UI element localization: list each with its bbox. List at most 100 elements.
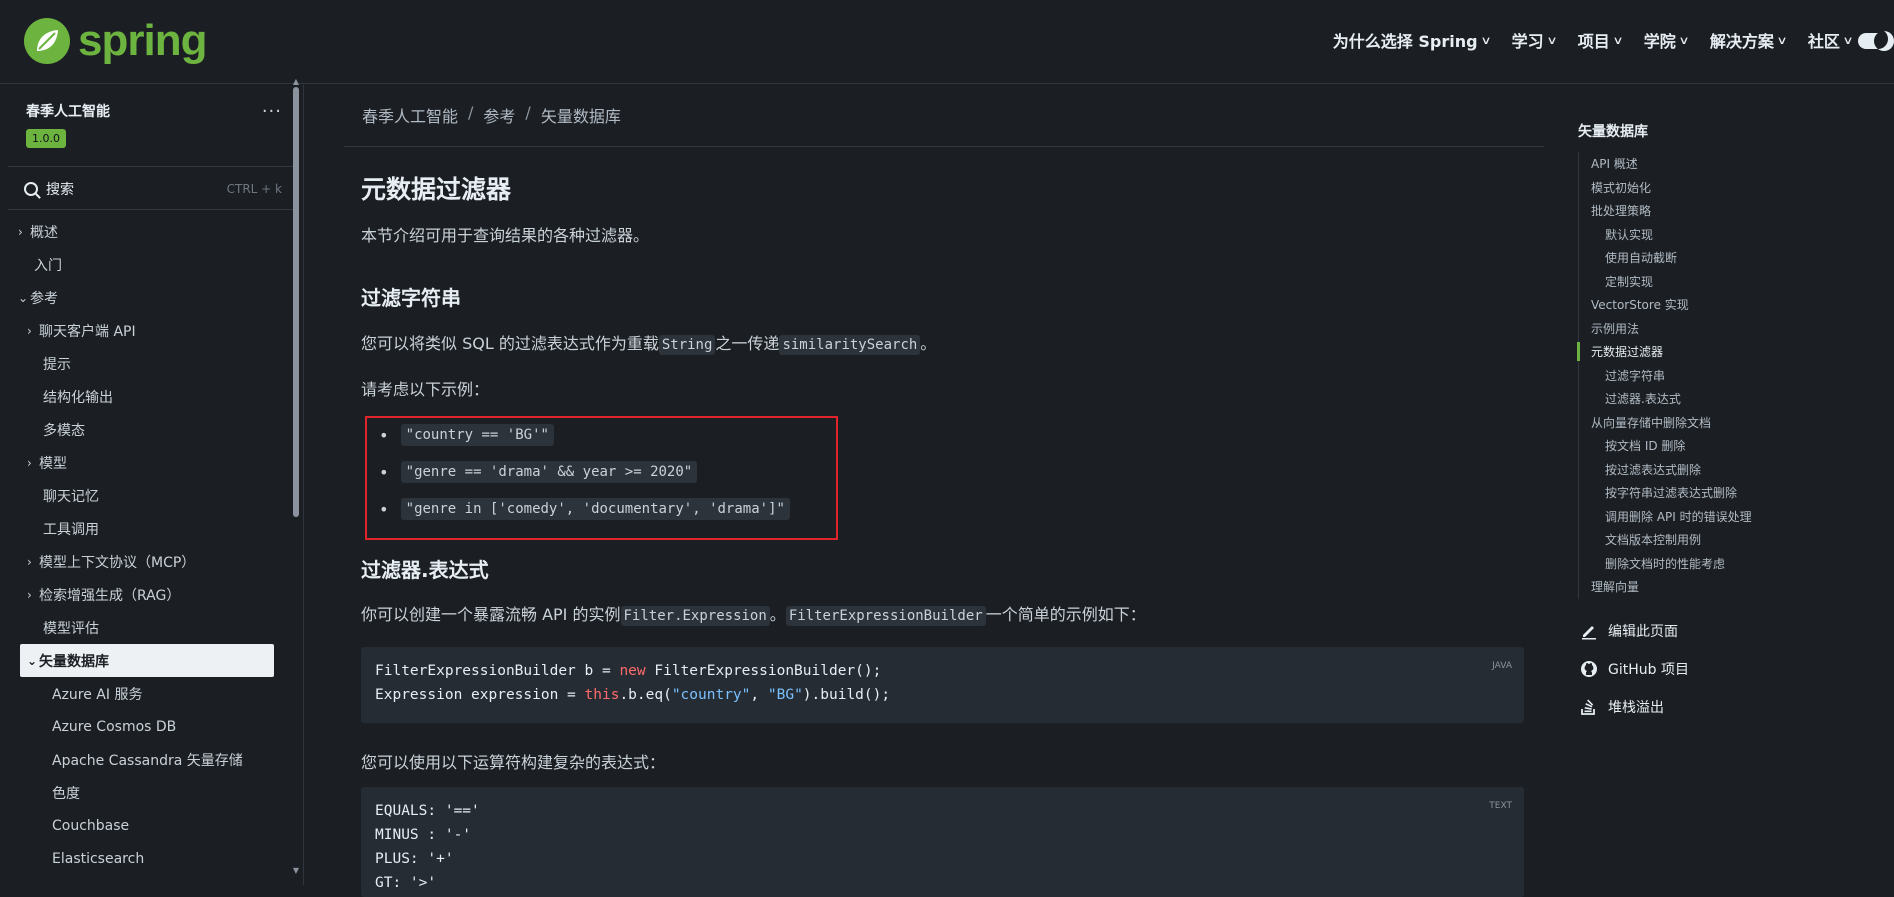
toc-item[interactable]: 使用自动截断 xyxy=(1579,246,1808,270)
toc-list: API 概述 模式初始化 批处理策略 默认实现 使用自动截断 定制实现 Vect… xyxy=(1577,152,1808,599)
github-project-link[interactable]: GitHub 项目 xyxy=(1580,650,1689,688)
sidebar-item-rag[interactable]: › 检索增强生成（RAG） xyxy=(8,578,296,611)
sidebar-item-chat-client-api[interactable]: › 聊天客户端 API xyxy=(8,314,296,347)
link-label: GitHub 项目 xyxy=(1608,662,1689,678)
sidebar-item-label: 检索增强生成（RAG） xyxy=(39,587,181,604)
breadcrumb-item[interactable]: 春季人工智能 xyxy=(362,103,458,127)
inline-code: "country == 'BG'" xyxy=(400,424,554,446)
sidebar-item-mcp[interactable]: › 模型上下文协议（MCP） xyxy=(8,545,296,578)
code-block-java[interactable]: JAVA FilterExpressionBuilder b = new Fil… xyxy=(361,647,1524,723)
sidebar-item-couchbase[interactable]: Couchbase xyxy=(8,809,296,842)
toc-item[interactable]: 示例用法 xyxy=(1579,317,1808,341)
sidebar-item-azure-cosmos[interactable]: Azure Cosmos DB xyxy=(8,710,296,743)
toc-item[interactable]: 调用删除 API 时的错误处理 xyxy=(1579,505,1808,529)
sidebar-item-overview[interactable]: › 概述 xyxy=(8,215,296,248)
stackoverflow-link[interactable]: 堆栈溢出 xyxy=(1580,688,1689,726)
text-run: 之一传递 xyxy=(715,334,780,353)
more-options-icon[interactable]: ··· xyxy=(262,101,282,122)
sidebar-item-prompts[interactable]: 提示 xyxy=(8,347,296,380)
scroll-up-arrow-icon[interactable]: ▲ xyxy=(293,77,299,86)
spring-leaf-icon xyxy=(24,18,70,64)
sidebar-nav-tree: › 概述 入门 ⌄ 参考 › 聊天客户端 API 提示 结构化输出 多模态 › 模型 聊… xyxy=(8,215,296,875)
edit-icon xyxy=(1580,622,1598,640)
sidebar-item-elasticsearch[interactable]: Elasticsearch xyxy=(8,842,296,875)
code-line: MINUS : '-' xyxy=(375,827,472,843)
toc-item[interactable]: 按文档 ID 删除 xyxy=(1579,434,1808,458)
search-shortcut: CTRL + k xyxy=(226,182,282,196)
toc-item[interactable]: 按字符串过滤表达式删除 xyxy=(1579,481,1808,505)
toc-item[interactable]: 默认实现 xyxy=(1579,223,1808,247)
code-language-label: JAVA xyxy=(1492,661,1512,671)
toc-links: 编辑此页面 GitHub 项目 堆栈溢出 xyxy=(1580,612,1689,726)
nav-community[interactable]: 社区 ∨ xyxy=(1808,28,1854,52)
theme-toggle[interactable] xyxy=(1858,31,1894,51)
sidebar-item-vector-databases[interactable]: ⌄ 矢量数据库 xyxy=(20,644,274,677)
chevron-right-icon: › xyxy=(18,224,23,239)
sidebar-title[interactable]: 春季人工智能 xyxy=(26,101,282,121)
sidebar-item-label: 概述 xyxy=(30,224,58,241)
chevron-down-icon: ∨ xyxy=(1546,33,1558,47)
sidebar-item-models[interactable]: › 模型 xyxy=(8,446,296,479)
sidebar-item-cassandra[interactable]: Apache Cassandra 矢量存储 xyxy=(8,743,296,776)
nav-learn[interactable]: 学习 ∨ xyxy=(1512,28,1558,52)
sidebar-item-chat-memory[interactable]: 聊天记忆 xyxy=(8,479,296,512)
code-line: EQUALS: '==' xyxy=(375,803,480,819)
code-block-text[interactable]: TEXT EQUALS: '==' MINUS : '-' PLUS: '+' … xyxy=(361,787,1524,897)
breadcrumb-item[interactable]: 矢量数据库 xyxy=(541,103,621,127)
nav-why-spring[interactable]: 为什么选择 Spring ∨ xyxy=(1333,28,1492,52)
nav-label: 项目 xyxy=(1577,32,1610,51)
code-line: GT: '>' xyxy=(375,875,437,891)
toc-item[interactable]: 文档版本控制用例 xyxy=(1579,528,1808,552)
toc-item[interactable]: 删除文档时的性能考虑 xyxy=(1579,552,1808,576)
list-item: "genre == 'drama' && year >= 2020" xyxy=(379,461,698,483)
toc-item[interactable]: 按过滤表达式删除 xyxy=(1579,458,1808,482)
chevron-down-icon: ∨ xyxy=(1479,33,1492,47)
toc-item[interactable]: 过滤字符串 xyxy=(1579,364,1808,388)
sidebar-item-structured-output[interactable]: 结构化输出 xyxy=(8,380,296,413)
list-item: "country == 'BG'" xyxy=(379,424,554,446)
sidebar-item-tool-calling[interactable]: 工具调用 xyxy=(8,512,296,545)
sidebar-item-getting-started[interactable]: 入门 xyxy=(8,248,296,281)
toc-item[interactable]: API 概述 xyxy=(1579,152,1808,176)
section-heading-filter-string: 过滤字符串 xyxy=(361,286,461,310)
sidebar-scrollbar[interactable] xyxy=(293,87,299,517)
toc-item[interactable]: 批处理策略 xyxy=(1579,199,1808,223)
nav-solutions[interactable]: 解决方案 ∨ xyxy=(1710,28,1788,52)
search-icon xyxy=(24,182,38,196)
search-button[interactable]: 搜索 CTRL + k xyxy=(24,177,282,201)
sidebar-item-azure-ai[interactable]: Azure AI 服务 xyxy=(8,677,296,710)
toc-item[interactable]: 从向量存储中删除文档 xyxy=(1579,411,1808,435)
toc-item[interactable]: VectorStore 实现 xyxy=(1579,293,1808,317)
toc-item[interactable]: 过滤器.表达式 xyxy=(1579,387,1808,411)
toc-item[interactable]: 模式初始化 xyxy=(1579,176,1808,200)
sidebar-item-label: Elasticsearch xyxy=(52,850,145,867)
sidebar-item-evaluation[interactable]: 模型评估 xyxy=(8,611,296,644)
sidebar-item-chroma[interactable]: 色度 xyxy=(8,776,296,809)
inline-code: FilterExpressionBuilder xyxy=(785,606,986,626)
divider xyxy=(344,146,1544,147)
sidebar-item-multimodality[interactable]: 多模态 xyxy=(8,413,296,446)
nav-academy[interactable]: 学院 ∨ xyxy=(1644,28,1690,52)
text-run: 你可以创建一个暴露流畅 API 的实例 xyxy=(361,605,621,624)
sidebar-item-label: 模型评估 xyxy=(43,620,99,637)
nav-projects[interactable]: 项目 ∨ xyxy=(1577,28,1624,52)
breadcrumb-item[interactable]: 参考 xyxy=(483,103,515,127)
toc-item[interactable]: 理解向量 xyxy=(1579,575,1808,599)
code-token: FilterExpressionBuilder(); xyxy=(645,663,882,679)
toc-item-active[interactable]: 元数据过滤器 xyxy=(1577,340,1808,364)
examples-highlight-box: "country == 'BG'" "genre == 'drama' && y… xyxy=(365,416,838,540)
sidebar-item-label: 聊天记忆 xyxy=(43,488,99,505)
sidebar-item-reference[interactable]: ⌄ 参考 xyxy=(8,281,296,314)
spring-logo[interactable]: spring xyxy=(24,18,207,64)
list-item: "genre in ['comedy', 'documentary', 'dra… xyxy=(379,498,790,520)
toc-title: 矢量数据库 xyxy=(1578,124,1648,140)
scroll-down-arrow-icon[interactable]: ▼ xyxy=(293,866,299,875)
code-token: .b.eq( xyxy=(619,687,672,703)
version-badge[interactable]: 1.0.0 xyxy=(26,129,66,148)
chevron-down-icon: ⌄ xyxy=(27,653,38,668)
inline-code: "genre in ['comedy', 'documentary', 'dra… xyxy=(400,498,790,520)
toc-item[interactable]: 定制实现 xyxy=(1579,270,1808,294)
top-header: spring 为什么选择 Spring ∨ 学习 ∨ 项目 ∨ 学院 ∨ 解决方案 ∨ 社… xyxy=(0,0,1894,84)
edit-page-link[interactable]: 编辑此页面 xyxy=(1580,612,1689,650)
sidebar-item-label: 模型上下文协议（MCP） xyxy=(39,554,196,571)
